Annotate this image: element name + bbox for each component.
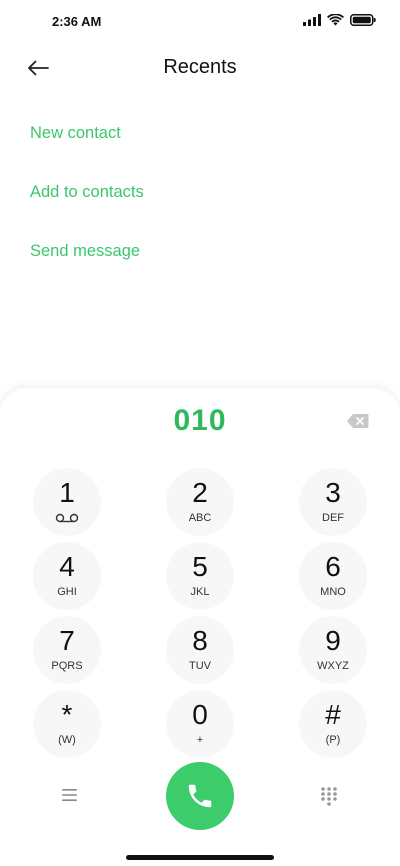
key-1[interactable]: 1 (33, 468, 101, 536)
key-0[interactable]: 0 + (166, 690, 234, 758)
dialed-number: 010 (173, 404, 227, 437)
key-letters: (W) (58, 734, 76, 746)
header: Recents (0, 44, 400, 92)
status-icons (303, 14, 376, 26)
key-letters: (P) (325, 734, 341, 746)
add-to-contacts-link[interactable]: Add to contacts (30, 179, 144, 238)
key-7[interactable]: 7 PQRS (33, 616, 101, 684)
new-contact-link[interactable]: New contact (30, 120, 144, 179)
status-bar: 2:36 AM (0, 0, 400, 44)
battery-icon (350, 14, 376, 26)
key-letters: GHI (57, 586, 77, 598)
key-digit: 0 (192, 699, 208, 730)
key-letters: WXYZ (317, 660, 349, 672)
key-5[interactable]: 5 JKL (166, 542, 234, 610)
key-digit: 1 (59, 477, 75, 508)
key-letters: MNO (320, 586, 346, 598)
dialer-sheet: 010 1 2 ABC 3 DEF 4 GHI 5 JKL 6 MNO 7 PQ… (0, 388, 400, 866)
key-digit: 6 (325, 551, 341, 582)
wifi-icon (327, 14, 344, 26)
keypad-toggle-button[interactable] (320, 786, 338, 806)
key-letters: DEF (322, 512, 344, 524)
key-digit: * (61, 699, 73, 730)
key-letters: TUV (189, 660, 211, 672)
key-8[interactable]: 8 TUV (166, 616, 234, 684)
key-3[interactable]: 3 DEF (299, 468, 367, 536)
key-letters: ABC (188, 512, 212, 524)
send-message-link[interactable]: Send message (30, 238, 144, 297)
menu-icon (62, 789, 77, 801)
key-digit: 9 (325, 625, 341, 656)
key-digit: 7 (59, 625, 75, 656)
page-title: Recents (163, 56, 237, 78)
contact-actions: New contact Add to contacts Send message (30, 120, 144, 297)
menu-button[interactable] (60, 786, 80, 804)
dialpad-icon (321, 787, 337, 806)
phone-icon (188, 784, 212, 808)
key-digit: 4 (59, 551, 75, 582)
key-4[interactable]: 4 GHI (33, 542, 101, 610)
key-hash[interactable]: # (P) (299, 690, 367, 758)
status-time: 2:36 AM (52, 14, 102, 29)
key-letters: PQRS (51, 660, 83, 672)
dialer-bottom-bar (0, 756, 400, 836)
key-star[interactable]: * (W) (33, 690, 101, 758)
key-letters: JKL (190, 586, 210, 598)
key-9[interactable]: 9 WXYZ (299, 616, 367, 684)
home-indicator[interactable] (126, 855, 274, 860)
key-6[interactable]: 6 MNO (299, 542, 367, 610)
key-digit: # (325, 699, 341, 730)
key-digit: 3 (325, 477, 341, 508)
key-2[interactable]: 2 ABC (166, 468, 234, 536)
signal-icon (303, 14, 321, 26)
backspace-button[interactable] (346, 412, 370, 430)
backspace-icon (347, 414, 369, 428)
call-button[interactable] (166, 762, 234, 830)
key-digit: 2 (192, 477, 208, 508)
voicemail-icon (55, 513, 79, 523)
key-letters: + (196, 734, 204, 746)
key-digit: 8 (192, 625, 208, 656)
key-digit: 5 (192, 551, 208, 582)
